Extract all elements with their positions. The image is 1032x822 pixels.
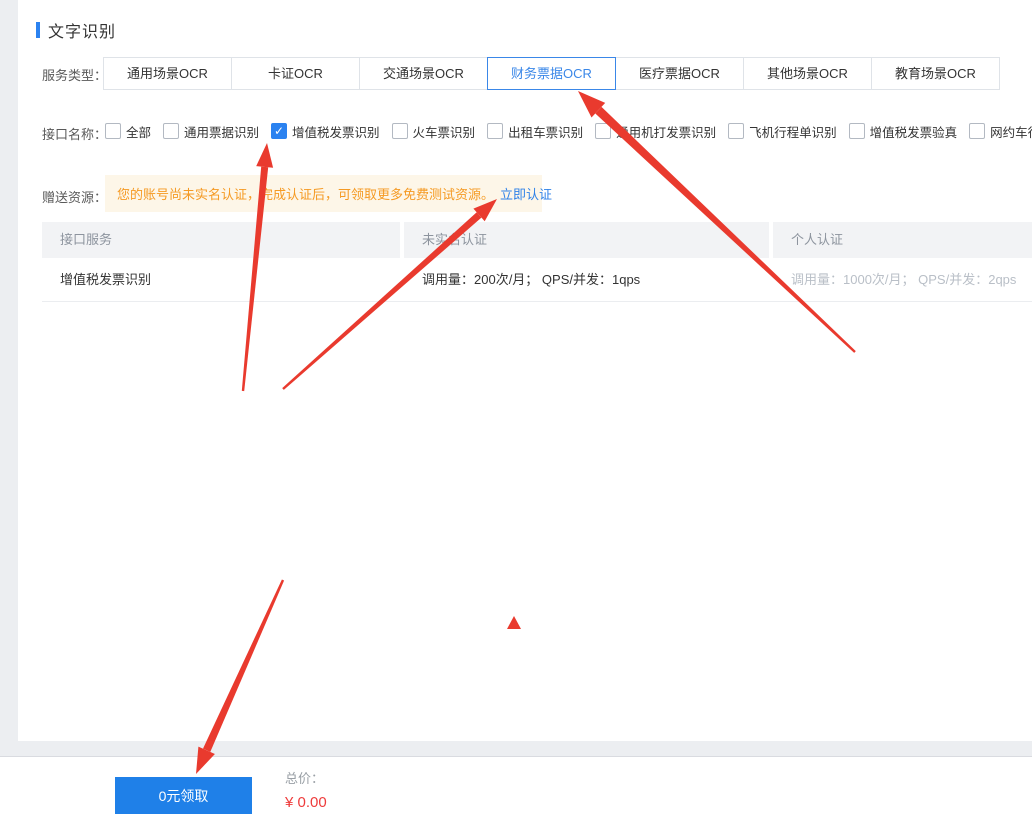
checkbox-icon[interactable] [487,123,504,139]
table-body: 增值税发票识别 调用量：200次/月； QPS/并发：1qps 调用量：1000次/… [42,258,1032,302]
service-type-tabs: 通用场景OCR 卡证OCR 交通场景OCR 财务票据OCR 医疗票据OCR 其他场景OCR… [103,57,1000,90]
interface-checkbox-item[interactable]: 出租车票识别 [487,122,583,141]
service-tab[interactable]: 教育场景OCR [871,57,1000,90]
service-tab[interactable]: 交通场景OCR [359,57,488,90]
claim-free-button[interactable]: 0元领取 [115,777,252,814]
total-price-label: 总价： [285,771,325,786]
service-tab[interactable]: 其他场景OCR [743,57,872,90]
verification-notice: 您的账号尚未实名认证，完成认证后，可领取更多免费测试资源。 立即认证 [105,175,552,212]
interface-checkbox-row: 全部 通用票据识别 ✓ 增值税发票识别 火车票识别 出租车票识别 通用机打发票识别 飞机行程单… [105,115,1032,147]
arrow-to-claim-button-shaft [203,579,285,752]
service-tab[interactable]: 卡证OCR [231,57,360,90]
table-header-cell: 接口服务 [42,222,400,258]
interface-checkbox-item[interactable]: 网约车行程单识别 [969,122,1032,141]
interface-checkbox-item[interactable]: ✓ 增值税发票识别 [271,122,380,141]
checkbox-label: 全部 [126,125,152,140]
checkbox-label: 出租车票识别 [508,125,584,140]
checkbox-icon[interactable] [595,123,612,139]
interface-checkbox-item[interactable]: 火车票识别 [391,122,476,141]
checkbox-label: 通用票据识别 [184,125,260,140]
service-tab-selected[interactable]: 财务票据OCR [487,57,616,90]
checkbox-label: 网约车行程单识别 [990,125,1032,140]
table-cell: 调用量：1000次/月； QPS/并发：2qps [791,272,1017,287]
checkbox-label: 飞机行程单识别 [749,125,837,140]
verify-now-link[interactable]: 立即认证 [500,184,552,203]
service-type-label: 服务类型： [42,68,108,83]
total-price-value: ¥ 0.00 [285,794,327,811]
checkbox-icon[interactable] [163,123,180,139]
table-header-cell: 未实名认证 [404,222,769,258]
checkbox-label: 增值税发票验真 [869,125,958,140]
interface-checkbox-item[interactable]: 增值税发票验真 [848,122,958,141]
footer-bar: 0元领取 总价： ¥ 0.00 [0,757,1032,822]
table-header-cell: 个人认证 [773,222,1032,258]
checkbox-icon[interactable] [728,123,745,139]
page-title: 文字识别 [48,24,117,41]
free-resources-label: 赠送资源： [42,190,108,205]
interface-name-label: 接口名称： [42,127,108,142]
table-cell: 调用量：200次/月； QPS/并发：1qps [422,272,641,287]
checkbox-label: 通用机打发票识别 [616,125,717,140]
interface-checkbox-item[interactable]: 通用机打发票识别 [595,122,716,141]
checkbox-icon[interactable] [105,123,121,139]
interface-checkbox-item[interactable]: 全部 [105,122,151,141]
footer-gap [0,741,1032,757]
notice-text: 您的账号尚未实名认证，完成认证后，可领取更多免费测试资源。 [117,187,495,202]
title-accent-bar [36,22,40,38]
page-title-row: 文字识别 [36,18,116,42]
checkbox-icon[interactable] [969,123,986,139]
checkbox-checked-icon[interactable]: ✓ [271,123,288,139]
total-price-block: 总价： ¥ 0.00 [285,768,327,811]
checkbox-label: 火车票识别 [412,125,476,140]
table-row: 增值税发票识别 调用量：200次/月； QPS/并发：1qps 调用量：1000次/… [42,258,1032,302]
checkbox-label: 增值税发票识别 [292,125,380,140]
page-gutter [0,0,18,757]
table-cell: 增值税发票识别 [60,272,152,287]
quota-table: 接口服务 未实名认证 个人认证 增值税发票识别 调用量：200次/月； QPS/并发：… [42,222,1032,302]
interface-checkbox-item[interactable]: 飞机行程单识别 [728,122,837,141]
service-tab[interactable]: 医疗票据OCR [615,57,744,90]
page: 文字识别 服务类型： 通用场景OCR 卡证OCR 交通场景OCR 财务票据OCR 医疗票… [0,0,1032,822]
checkbox-icon[interactable] [391,123,408,139]
interface-checkbox-item[interactable]: 通用票据识别 [163,122,259,141]
arrow-to-finance-tab-head [578,91,606,118]
checkbox-icon[interactable] [848,123,865,139]
table-header-row: 接口服务 未实名认证 个人认证 [42,222,1032,258]
small-red-triangle-marker [507,616,521,629]
service-tab[interactable]: 通用场景OCR [103,57,232,90]
